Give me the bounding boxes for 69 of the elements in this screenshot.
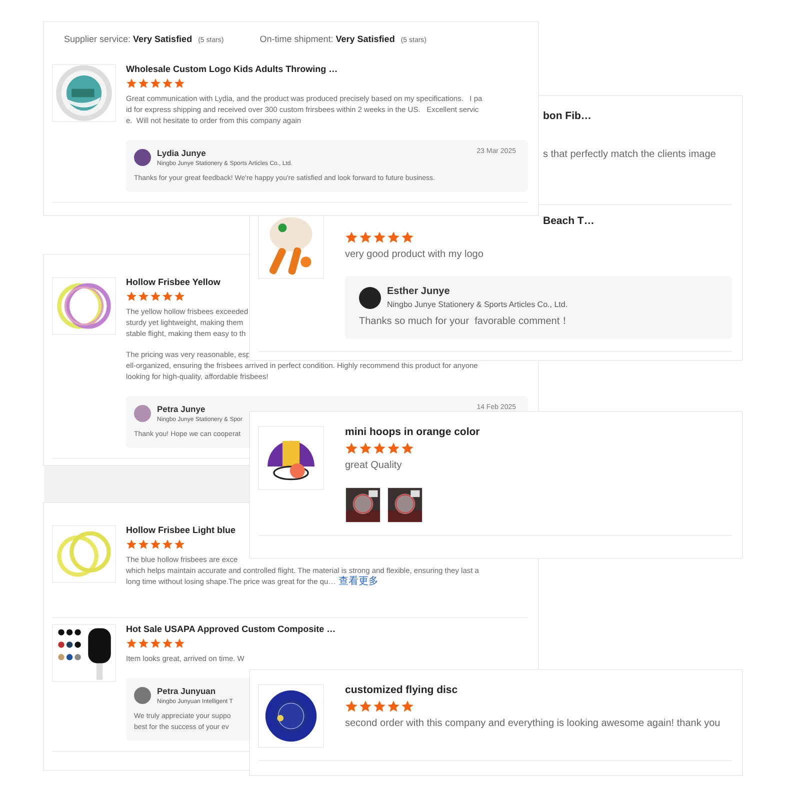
avatar: [134, 405, 151, 422]
star-icon: [373, 231, 386, 244]
star-icon: [162, 539, 173, 550]
review-text-line: very good product with my logo: [345, 248, 484, 262]
star-icon: [401, 231, 414, 244]
star-icon: [387, 442, 400, 455]
star-icon: [345, 231, 358, 244]
star-icon: [162, 638, 173, 649]
star-icon: [387, 231, 400, 244]
star-icon: [174, 539, 185, 550]
star-icon: [150, 291, 161, 302]
rating-summary: On-time shipment: Very Satisfied: [260, 34, 395, 44]
product-title[interactable]: customized flying disc: [345, 684, 458, 696]
star-icon: [359, 700, 372, 713]
product-title[interactable]: mini hoops in orange color: [345, 426, 480, 438]
star-icon: [150, 539, 161, 550]
star-icon: [138, 78, 149, 89]
star-icon: [401, 442, 414, 455]
product-title[interactable]: Beach T…: [543, 215, 594, 227]
product-title[interactable]: Hot Sale USAPA Approved Custom Composite …: [126, 624, 336, 634]
reply-text-line: Thanks so much for your favorable comment！: [359, 315, 570, 329]
star-icon: [126, 78, 137, 89]
review-text-line: second order with this company and everything is looking awesome again! thank you: [345, 717, 720, 731]
replier-name: Petra Junye: [157, 404, 206, 414]
product-thumbnail[interactable]: [52, 64, 116, 122]
review-photo[interactable]: [387, 487, 423, 523]
star-icon: [162, 291, 173, 302]
star-icon: [174, 291, 185, 302]
replier-name: Esther Junye: [387, 286, 450, 297]
star-icon: [138, 291, 149, 302]
product-title[interactable]: Hollow Frisbee Light blue: [126, 525, 236, 535]
product-thumbnail[interactable]: [258, 684, 324, 748]
review-text-line: great Quality: [345, 459, 402, 473]
avatar: [134, 149, 151, 166]
rating-summary: Supplier service: Very Satisfied: [64, 34, 192, 44]
star-icon: [174, 78, 185, 89]
star-icon: [373, 700, 386, 713]
star-icon: [150, 78, 161, 89]
product-thumbnail[interactable]: [52, 624, 116, 682]
star-icon: [345, 700, 358, 713]
star-icon: [126, 638, 137, 649]
replier-name: Petra Junyuan: [157, 686, 216, 696]
star-icon: [359, 231, 372, 244]
avatar: [134, 687, 151, 704]
star-icon: [126, 539, 137, 550]
see-more-link[interactable]: 查看更多: [338, 576, 379, 587]
product-thumbnail[interactable]: [52, 277, 116, 335]
product-thumbnail[interactable]: [258, 215, 324, 279]
product-thumbnail[interactable]: [258, 426, 324, 490]
star-icon: [162, 78, 173, 89]
star-icon: [138, 638, 149, 649]
star-icon: [174, 638, 185, 649]
star-icon: [373, 442, 386, 455]
company-name: Ningbo Junye Stationery & Sports Articles Co., Ltd.: [387, 300, 568, 309]
star-icon: [150, 638, 161, 649]
avatar: [359, 286, 381, 308]
replier-name: Lydia Junye: [157, 148, 206, 158]
star-icon: [138, 539, 149, 550]
star-icon: [126, 291, 137, 302]
star-icon: [359, 442, 372, 455]
product-title[interactable]: Hollow Frisbee Yellow: [126, 277, 220, 287]
product-thumbnail[interactable]: [52, 525, 116, 583]
star-icon: [401, 700, 414, 713]
star-icon: [345, 442, 358, 455]
product-title[interactable]: bon Fib…: [543, 110, 592, 122]
review-photo[interactable]: [345, 487, 381, 523]
review-text-line: s that perfectly match the clients image: [543, 148, 716, 162]
star-icon: [387, 700, 400, 713]
product-title[interactable]: Wholesale Custom Logo Kids Adults Throwing …: [126, 64, 338, 74]
